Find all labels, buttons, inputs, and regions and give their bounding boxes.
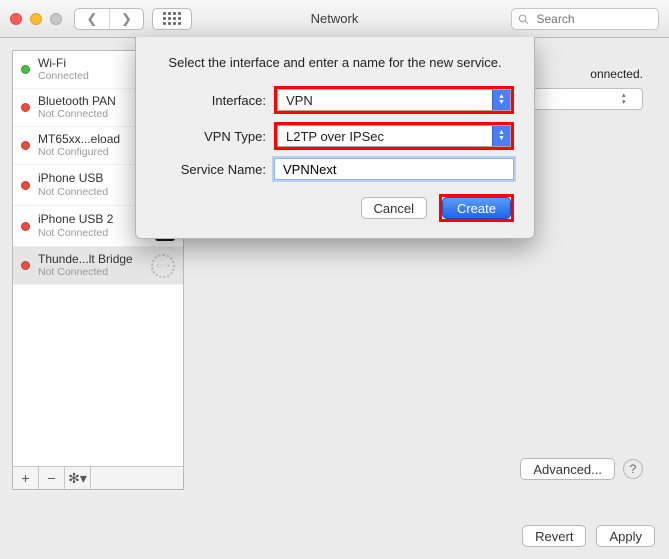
apply-button[interactable]: Apply [596, 525, 655, 547]
sidebar-item-status: Not Connected [38, 227, 147, 239]
help-button[interactable]: ? [623, 459, 643, 479]
sidebar-item-label: iPhone USB [38, 172, 147, 186]
vpntype-value: L2TP over IPSec [278, 129, 492, 144]
forward-button[interactable]: ❯ [109, 9, 143, 29]
sidebar-item-label: iPhone USB 2 [38, 213, 147, 227]
panel-text-fragment: onnected. [584, 67, 643, 81]
back-button[interactable]: ❮ [75, 9, 109, 29]
status-dot [21, 103, 30, 112]
vpntype-select[interactable]: L2TP over IPSec ▲▼ [277, 125, 511, 147]
stepper-icon: ▴▾ [622, 92, 638, 106]
show-all-button[interactable] [152, 8, 192, 30]
create-button[interactable]: Create [442, 197, 511, 219]
add-service-button[interactable]: + [13, 467, 39, 489]
label-vpntype: VPN Type: [156, 129, 266, 144]
window-buttons: Revert Apply [522, 525, 655, 547]
label-interface: Interface: [156, 93, 266, 108]
nav-back-forward[interactable]: ❮ ❯ [74, 8, 144, 30]
chevron-updown-icon: ▲▼ [492, 126, 510, 146]
grid-icon [163, 12, 181, 25]
sidebar-item-label: Thunde...lt Bridge [38, 253, 143, 267]
chevron-updown-icon: ▲▼ [492, 90, 510, 110]
sheet-instruction: Select the interface and enter a name fo… [156, 55, 514, 70]
advanced-button[interactable]: Advanced... [520, 458, 615, 480]
search-field[interactable] [511, 8, 659, 30]
revert-button[interactable]: Revert [522, 525, 586, 547]
cancel-button[interactable]: Cancel [361, 197, 427, 219]
sidebar-item-status: Not Connected [38, 186, 147, 198]
action-menu-button[interactable]: ✻▾ [65, 467, 91, 489]
status-dot [21, 261, 30, 270]
interface-select[interactable]: VPN ▲▼ [277, 89, 511, 111]
close-window[interactable] [10, 13, 22, 25]
search-input[interactable] [534, 11, 652, 27]
interface-value: VPN [278, 93, 492, 108]
minimize-window[interactable] [30, 13, 42, 25]
label-service: Service Name: [156, 162, 266, 177]
traffic-lights [10, 13, 62, 25]
bridge-icon: ‹··› [151, 254, 175, 278]
status-dot [21, 222, 30, 231]
status-dot [21, 141, 30, 150]
sidebar-footer: + − ✻▾ [13, 466, 183, 489]
remove-service-button[interactable]: − [39, 467, 65, 489]
status-dot [21, 181, 30, 190]
sidebar-item-status: Not Connected [38, 266, 143, 278]
search-icon [518, 13, 528, 25]
service-name-input[interactable] [274, 158, 514, 180]
new-service-sheet: Select the interface and enter a name fo… [135, 37, 535, 239]
sidebar-item-thunderbolt[interactable]: Thunde...lt Bridge Not Connected ‹··› [13, 247, 183, 285]
titlebar: ❮ ❯ Network [0, 0, 669, 38]
zoom-window [50, 13, 62, 25]
status-dot [21, 65, 30, 74]
